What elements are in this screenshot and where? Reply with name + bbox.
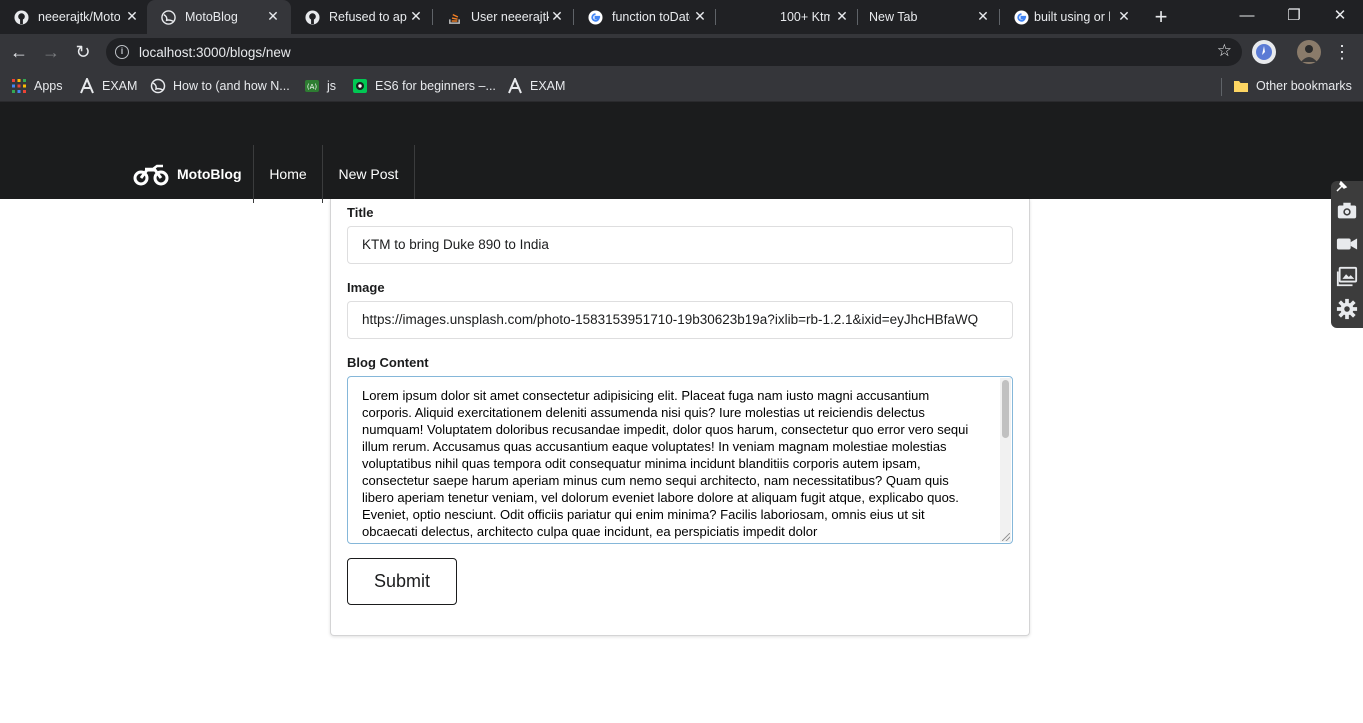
bookmark-js[interactable]: (A) js: [304, 77, 336, 95]
pin-icon[interactable]: [1333, 179, 1349, 195]
close-tab-icon[interactable]: ✕: [265, 8, 281, 24]
submit-button[interactable]: Submit: [347, 558, 457, 605]
back-arrow-icon[interactable]: ←: [8, 41, 30, 63]
gallery-icon[interactable]: [1336, 266, 1358, 288]
bookmark-how-to[interactable]: How to (and how N...: [150, 77, 290, 95]
video-camera-icon[interactable]: [1336, 233, 1358, 255]
blog-content-textarea[interactable]: Lorem ipsum dolor sit amet consectetur a…: [347, 376, 1013, 544]
address-bar[interactable]: i localhost:3000/blogs/new ☆: [106, 38, 1242, 66]
bookmark-label: js: [327, 79, 337, 93]
title-input[interactable]: KTM to bring Duke 890 to India: [347, 226, 1013, 264]
tab-title: function toDate: [612, 10, 690, 24]
globe-icon: [161, 10, 176, 25]
tab-refused-to-apply[interactable]: Refused to apply ✕: [291, 0, 433, 34]
forward-arrow-icon[interactable]: →: [40, 41, 62, 63]
bookmarks-bar: Apps EXAM How to (and how N... (A) js ES…: [0, 70, 1363, 102]
close-tab-icon[interactable]: ✕: [692, 8, 708, 24]
tab-user-neeerajtk[interactable]: User neeerajtk ✕: [433, 0, 574, 34]
close-tab-icon[interactable]: ✕: [834, 8, 850, 24]
other-bookmarks-label: Other bookmarks: [1256, 79, 1352, 93]
nav-new-post-label: New Post: [338, 166, 399, 182]
bookmark-label: Apps: [34, 79, 63, 93]
a-logo-icon: [508, 78, 522, 94]
stackoverflow-icon: [449, 14, 460, 24]
svg-text:(A): (A): [307, 83, 318, 91]
close-tab-icon[interactable]: ✕: [1116, 8, 1132, 24]
tab-title: MotoBlog: [185, 10, 238, 24]
tab-ktm-pictures[interactable]: 100+ Ktm Pictures ✕: [716, 0, 858, 34]
settings-gear-icon[interactable]: [1336, 298, 1358, 320]
brand-link[interactable]: MotoBlog: [118, 145, 254, 203]
nav-new-post[interactable]: New Post: [323, 145, 415, 203]
browser-toolbar: ← → ↻ i localhost:3000/blogs/new ☆ ⋮: [0, 34, 1363, 70]
restore-icon[interactable]: ❐: [1284, 6, 1304, 26]
tab-title: neeerajtk/MotoBlog: [38, 10, 120, 24]
github-icon: [305, 10, 320, 25]
other-bookmarks[interactable]: Other bookmarks: [1233, 77, 1352, 95]
minimize-icon[interactable]: —: [1237, 6, 1257, 26]
github-icon: [14, 10, 29, 25]
bookmark-exam-2[interactable]: EXAM: [507, 77, 565, 95]
tab-github-motoblog[interactable]: neeerajtk/MotoBlog ✕: [0, 0, 147, 34]
url-text[interactable]: localhost:3000/blogs/new: [139, 45, 291, 60]
new-tab-plus-icon[interactable]: +: [1151, 6, 1171, 28]
tab-title: New Tab: [869, 10, 918, 24]
tab-function-todate[interactable]: function toDate ✕: [574, 0, 716, 34]
bookmark-exam[interactable]: EXAM: [79, 77, 137, 95]
image-url-input[interactable]: https://images.unsplash.com/photo-158315…: [347, 301, 1013, 339]
bookmarks-separator: [1221, 78, 1222, 96]
blog-content-label: Blog Content: [347, 355, 429, 370]
camera-icon[interactable]: [1336, 200, 1358, 222]
screenshot-extension-panel: [1331, 179, 1363, 328]
apps-grid-icon: [12, 79, 26, 93]
tab-title: built using or built with: [1034, 10, 1110, 24]
motorcycle-logo-icon: [133, 164, 169, 186]
close-tab-icon[interactable]: ✕: [975, 8, 991, 24]
globe-icon: [150, 78, 166, 94]
tab-new-tab[interactable]: New Tab ✕: [858, 0, 1000, 34]
reload-icon[interactable]: ↻: [72, 41, 94, 63]
tab-built-using[interactable]: built using or built with ✕: [1000, 0, 1142, 34]
tab-strip: neeerajtk/MotoBlog ✕ MotoBlog ✕ Refused …: [0, 0, 1363, 34]
bookmark-label: ES6 for beginners –...: [375, 79, 496, 93]
profile-avatar[interactable]: [1297, 40, 1321, 64]
close-tab-icon[interactable]: ✕: [549, 8, 565, 24]
star-bookmark-icon[interactable]: ☆: [1217, 41, 1232, 61]
info-icon[interactable]: i: [115, 45, 129, 59]
google-icon: [588, 10, 603, 25]
resize-grip-icon[interactable]: [1002, 533, 1010, 541]
close-tab-icon[interactable]: ✕: [408, 8, 424, 24]
blog-content-text: Lorem ipsum dolor sit amet consectetur a…: [362, 388, 969, 539]
scrollbar-thumb[interactable]: [1002, 380, 1009, 438]
tab-title: User neeerajtk: [471, 10, 549, 24]
a-logo-icon: [80, 78, 94, 94]
bookmark-label: How to (and how N...: [173, 79, 290, 93]
close-tab-icon[interactable]: ✕: [124, 8, 140, 24]
js-icon: (A): [305, 80, 319, 92]
extension-logo-icon: [1256, 44, 1272, 60]
title-label: Title: [347, 205, 374, 220]
brand-name: MotoBlog: [177, 166, 242, 182]
bookmark-es6[interactable]: ES6 for beginners –...: [352, 77, 496, 95]
textarea-scrollbar[interactable]: [1000, 378, 1011, 542]
tab-motoblog[interactable]: MotoBlog ✕: [147, 0, 291, 34]
window-close-icon[interactable]: ✕: [1330, 6, 1350, 26]
bookmark-apps[interactable]: Apps: [11, 77, 63, 95]
bookmark-label: EXAM: [102, 79, 138, 93]
green-logo-icon: [353, 79, 367, 93]
site-header: MotoBlog Home New Post: [0, 102, 1363, 203]
folder-icon: [1234, 81, 1248, 92]
image-label: Image: [347, 280, 385, 295]
tab-title: 100+ Ktm Pictures: [780, 10, 830, 24]
google-icon: [1014, 10, 1029, 25]
nav-home[interactable]: Home: [254, 145, 323, 203]
extension-icon[interactable]: [1252, 40, 1276, 64]
avatar-icon: [1301, 45, 1317, 62]
menu-kebab-icon[interactable]: ⋮: [1331, 41, 1353, 63]
bookmark-label: EXAM: [530, 79, 566, 93]
nav-home-label: Home: [269, 166, 307, 182]
tab-title: Refused to apply: [329, 10, 407, 24]
